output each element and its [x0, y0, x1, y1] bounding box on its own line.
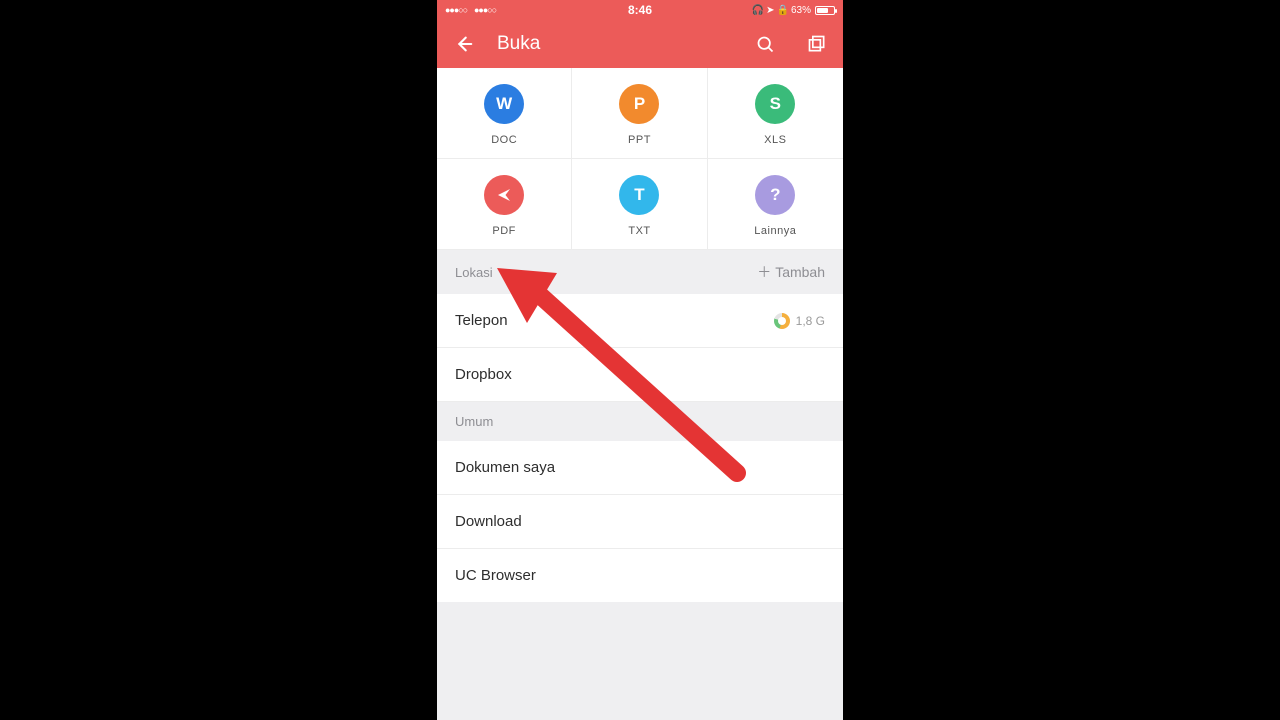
- xls-icon: S: [755, 84, 795, 124]
- section-label: Lokasi: [455, 265, 493, 280]
- location-telepon[interactable]: Telepon 1,8 G: [437, 294, 843, 348]
- filetype-txt[interactable]: T TXT: [572, 159, 707, 250]
- filetype-other[interactable]: ? Lainnya: [708, 159, 843, 250]
- pdf-icon: [484, 175, 524, 215]
- row-label: Dropbox: [455, 366, 512, 383]
- add-label: Tambah: [775, 264, 825, 280]
- filetype-xls[interactable]: S XLS: [708, 68, 843, 159]
- headphone-icon: 🎧: [752, 5, 764, 16]
- status-time: 8:46: [628, 3, 652, 17]
- status-bar: ●●●○○ ●●●○○ 8:46 🎧 ➤ 🔒 63%: [437, 0, 843, 20]
- filetype-label: PPT: [628, 134, 651, 146]
- filetype-label: TXT: [628, 225, 650, 237]
- page-title: Buka: [497, 33, 731, 55]
- status-signal: ●●●○○ ●●●○○: [445, 5, 496, 16]
- filetype-label: DOC: [491, 134, 517, 146]
- ppt-icon: P: [619, 84, 659, 124]
- status-right: 🎧 ➤ 🔒 63%: [752, 5, 835, 16]
- row-meta: 1,8 G: [774, 313, 825, 329]
- storage-donut-icon: [774, 313, 790, 329]
- location-icon: ➤: [766, 5, 774, 16]
- add-location-button[interactable]: ＋ Tambah: [757, 262, 825, 282]
- section-umum: Umum: [437, 402, 843, 441]
- common-download[interactable]: Download: [437, 495, 843, 549]
- doc-icon: W: [484, 84, 524, 124]
- storage-size: 1,8 G: [796, 314, 825, 328]
- plus-icon: ＋: [757, 262, 771, 282]
- battery-percent: 63%: [791, 5, 811, 16]
- row-label: Dokumen saya: [455, 459, 555, 476]
- common-dokumen-saya[interactable]: Dokumen saya: [437, 441, 843, 495]
- location-dropbox[interactable]: Dropbox: [437, 348, 843, 402]
- section-lokasi: Lokasi ＋ Tambah: [437, 250, 843, 294]
- search-button[interactable]: [753, 32, 777, 56]
- row-label: UC Browser: [455, 567, 536, 584]
- back-button[interactable]: [451, 32, 475, 56]
- section-label: Umum: [455, 414, 493, 429]
- battery-icon: [815, 6, 835, 15]
- content-area: W DOC P PPT S XLS PDF T TXT ?: [437, 68, 843, 720]
- common-uc-browser[interactable]: UC Browser: [437, 549, 843, 602]
- filetype-label: Lainnya: [754, 225, 796, 237]
- app-bar: Buka: [437, 20, 843, 68]
- phone-frame: ●●●○○ ●●●○○ 8:46 🎧 ➤ 🔒 63% Buka W DOC: [437, 0, 843, 720]
- filetype-grid: W DOC P PPT S XLS PDF T TXT ?: [437, 68, 843, 250]
- lock-rotation-icon: 🔒: [777, 5, 789, 16]
- row-label: Download: [455, 513, 522, 530]
- filetype-ppt[interactable]: P PPT: [572, 68, 707, 159]
- window-button[interactable]: [805, 32, 829, 56]
- row-label: Telepon: [455, 312, 508, 329]
- filetype-pdf[interactable]: PDF: [437, 159, 572, 250]
- other-icon: ?: [755, 175, 795, 215]
- txt-icon: T: [619, 175, 659, 215]
- filetype-label: PDF: [492, 225, 516, 237]
- filetype-doc[interactable]: W DOC: [437, 68, 572, 159]
- filetype-label: XLS: [764, 134, 786, 146]
